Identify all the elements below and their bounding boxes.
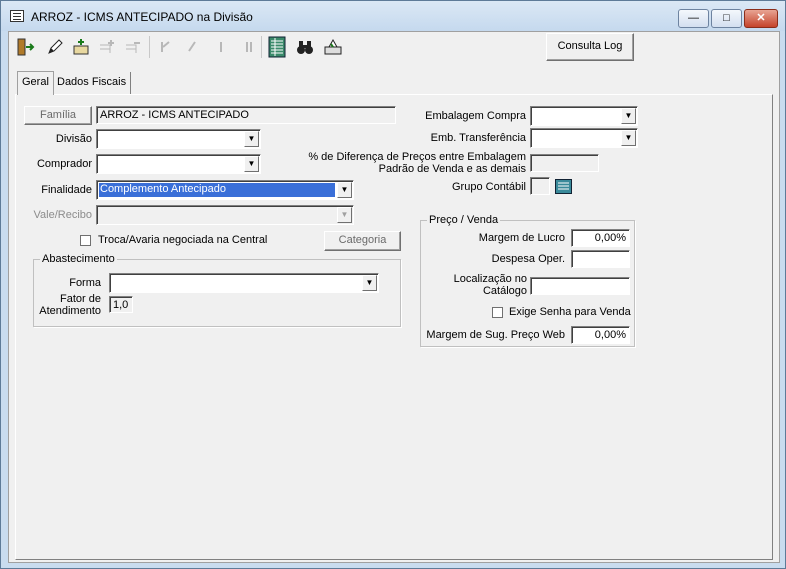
finalidade-label: Finalidade	[41, 184, 92, 196]
chevron-down-icon[interactable]: ▼	[621, 130, 636, 146]
exige-senha-label: Exige Senha para Venda	[509, 306, 631, 318]
localizacao-line1: Localização no	[453, 273, 527, 285]
abastecimento-group: Abastecimento Forma ▼ Fator de Atendimen…	[33, 253, 401, 327]
despesa-oper-field[interactable]	[571, 250, 630, 268]
embalagem-compra-select[interactable]: ▼	[530, 106, 638, 126]
preco-venda-title: Preço / Venda	[427, 214, 501, 226]
chevron-down-icon: ▼	[337, 207, 352, 223]
toolbar-separator	[149, 36, 150, 58]
toolbar: Consulta Log	[9, 32, 779, 64]
emb-transferencia-label: Emb. Transferência	[430, 132, 526, 144]
insert-icon-disabled	[95, 35, 119, 59]
next-record-icon-disabled	[209, 35, 233, 59]
divisao-select[interactable]: ▼	[96, 129, 261, 149]
chevron-down-icon[interactable]: ▼	[244, 131, 259, 147]
familia-field: ARROZ - ICMS ANTECIPADO	[96, 106, 396, 124]
emb-transferencia-select[interactable]: ▼	[530, 128, 638, 148]
grupo-contabil-lookup-icon[interactable]	[554, 177, 573, 195]
despesa-oper-label: Despesa Oper.	[491, 253, 565, 265]
abastecimento-title: Abastecimento	[40, 253, 117, 265]
margem-lucro-label: Margem de Lucro	[478, 232, 565, 244]
comprador-select[interactable]: ▼	[96, 154, 261, 174]
first-record-icon-disabled	[153, 35, 177, 59]
grupo-contabil-label: Grupo Contábil	[452, 181, 526, 193]
troca-avaria-checkbox[interactable]	[80, 235, 91, 246]
application-window: ARROZ - ICMS ANTECIPADO na Divisão — □ ✕	[0, 0, 786, 569]
troca-avaria-label: Troca/Avaria negociada na Central	[98, 234, 268, 246]
window-app-icon[interactable]	[10, 10, 24, 22]
exige-senha-checkbox[interactable]	[492, 307, 503, 318]
forma-label: Forma	[69, 277, 101, 289]
tab-dados-fiscais[interactable]: Dados Fiscais	[53, 72, 132, 94]
client-area: Consulta Log Geral Dados Fiscais Família…	[8, 31, 780, 563]
comprador-label: Comprador	[36, 158, 92, 170]
finalidade-select[interactable]: Complemento Antecipado ▼	[96, 180, 354, 200]
chevron-down-icon[interactable]: ▼	[621, 108, 636, 124]
title-bar[interactable]: ARROZ - ICMS ANTECIPADO na Divisão — □ ✕	[1, 1, 785, 31]
chevron-down-icon[interactable]: ▼	[244, 156, 259, 172]
localizacao-catalogo-field[interactable]	[530, 277, 630, 295]
margem-lucro-field[interactable]: 0,00%	[571, 229, 630, 247]
grupo-contabil-field	[530, 177, 550, 195]
tab-panel-geral: Família ARROZ - ICMS ANTECIPADO Divisão …	[15, 94, 773, 560]
forma-select[interactable]: ▼	[109, 273, 379, 293]
fator-label-line2: Atendimento	[39, 305, 101, 317]
margem-sug-preco-web-field[interactable]: 0,00%	[571, 326, 630, 344]
localizacao-line2: Catálogo	[482, 285, 527, 297]
print-icon[interactable]	[321, 35, 345, 59]
edit-pencil-icon[interactable]	[43, 35, 67, 59]
localizacao-catalogo-label: Localização no Catálogo	[421, 273, 527, 297]
finalidade-value: Complemento Antecipado	[99, 183, 335, 197]
previous-record-icon-disabled	[179, 35, 203, 59]
margem-sug-preco-web-label: Margem de Sug. Preço Web	[426, 329, 565, 341]
categoria-button[interactable]: Categoria	[324, 231, 401, 251]
fator-label-line1: Fator de	[60, 293, 101, 305]
divisao-label: Divisão	[55, 133, 92, 145]
preco-venda-group: Preço / Venda Margem de Lucro 0,00% Desp…	[420, 214, 635, 347]
perc-diferenca-line2: Padrão de Venda e as demais	[378, 163, 526, 175]
binoculars-search-icon[interactable]	[293, 35, 317, 59]
add-record-icon[interactable]	[69, 35, 93, 59]
chevron-down-icon[interactable]: ▼	[362, 275, 377, 291]
perc-diferenca-field	[530, 154, 599, 172]
chevron-down-icon[interactable]: ▼	[337, 182, 352, 198]
maximize-button[interactable]: □	[711, 9, 742, 28]
perc-diferenca-label: % de Diferença de Preços entre Embalagem…	[276, 151, 526, 175]
fator-atendimento-label: Fator de Atendimento	[34, 293, 101, 317]
fator-atendimento-field[interactable]: 1,0	[109, 296, 133, 313]
tab-geral[interactable]: Geral	[17, 71, 54, 95]
close-button[interactable]: ✕	[744, 9, 778, 28]
grid-list-icon[interactable]	[265, 35, 289, 59]
vale-recibo-select: ▼	[96, 205, 354, 225]
window-title: ARROZ - ICMS ANTECIPADO na Divisão	[31, 10, 253, 24]
perc-diferenca-line1: % de Diferença de Preços entre Embalagem	[308, 151, 526, 163]
exit-door-icon[interactable]	[13, 35, 37, 59]
vale-recibo-label: Vale/Recibo	[33, 209, 93, 221]
toolbar-separator	[261, 36, 262, 58]
minimize-button[interactable]: —	[678, 9, 709, 28]
delete-icon-disabled	[121, 35, 145, 59]
familia-button[interactable]: Família	[24, 106, 92, 125]
last-record-icon-disabled	[237, 35, 261, 59]
embalagem-compra-label: Embalagem Compra	[425, 110, 526, 122]
consulta-log-button[interactable]: Consulta Log	[546, 33, 634, 61]
